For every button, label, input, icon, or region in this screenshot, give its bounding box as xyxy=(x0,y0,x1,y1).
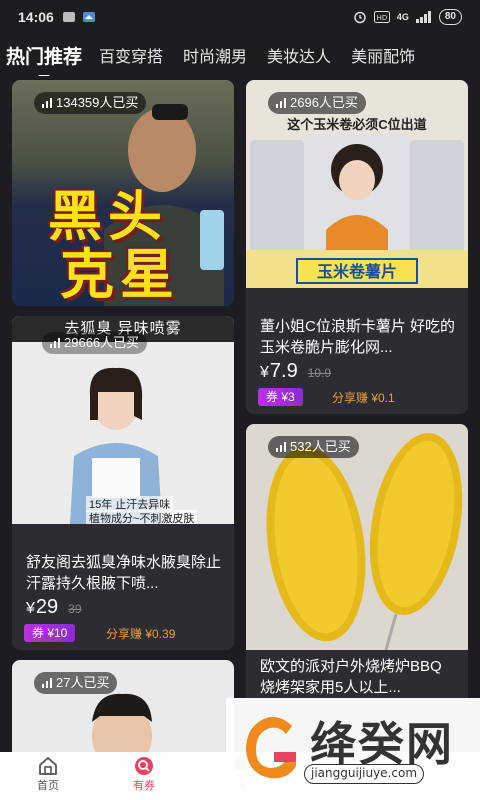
price-value: 7.9 xyxy=(269,360,298,382)
product-title: 董小姐C位浪斯卡薯片 好吃的玉米卷脆片膨化网... xyxy=(260,318,456,356)
hd-icon: HD xyxy=(373,11,390,23)
coupon-badge[interactable]: 券 ¥3 xyxy=(258,388,303,406)
currency-symbol: ¥ xyxy=(260,364,269,381)
buyers-badge: 134359人已买 xyxy=(34,92,147,114)
alarm-icon xyxy=(354,11,366,24)
nav-home[interactable]: 首页 xyxy=(0,752,96,800)
clock: 14:06 xyxy=(18,9,54,25)
watermark: 绛癸网 jiangguijiuye.com xyxy=(226,698,480,800)
battery-icon: 80 xyxy=(438,9,462,25)
network-type: 4G xyxy=(396,12,409,22)
tab-hot[interactable]: 热门推荐 xyxy=(6,42,82,76)
share-earn[interactable]: 分享赚 ¥0.39 xyxy=(106,625,175,642)
buyers-badge: 29666人已买 xyxy=(42,332,148,354)
category-tabs: 热门推荐 百变穿搭 时尚潮男 美妆达人 美丽配饰 xyxy=(0,34,480,76)
bar-chart-icon xyxy=(276,98,286,108)
product-card[interactable]: 去狐臭 异味喷雾 15年 止汗去异味 植物成分~不刺激皮肤 29666人已买 舒… xyxy=(12,316,234,650)
cloud-icon xyxy=(82,12,95,22)
coupon-badge[interactable]: 券 ¥10 xyxy=(24,624,76,642)
price-value: 29 xyxy=(35,596,59,618)
bar-chart-icon xyxy=(42,678,52,688)
home-icon xyxy=(39,756,57,775)
product-price: ¥29 39 xyxy=(26,596,82,619)
notification-icon xyxy=(62,12,75,22)
buyers-count: 2696人已买 xyxy=(290,95,358,110)
image-text-2: 克星 xyxy=(60,243,180,306)
image-caption-2: 植物成分~不刺激皮肤 xyxy=(86,510,198,524)
watermark-logo-icon xyxy=(246,717,296,779)
currency-symbol: ¥ xyxy=(26,600,35,617)
product-card[interactable]: 这个玉米卷必须C位出道 玉米卷薯片 2696人已买 董小姐C位浪斯卡薯片 好吃的… xyxy=(246,80,468,414)
svg-text:HD: HD xyxy=(377,14,388,22)
product-price: ¥7.9 10.9 xyxy=(260,360,331,383)
share-earn[interactable]: 分享赚 ¥0.1 xyxy=(332,389,395,406)
buyers-count: 27人已买 xyxy=(56,675,110,690)
product-card[interactable]: 27人已买 xyxy=(12,660,234,760)
product-title: 欧文的派对户外烧烤炉BBQ烧烤架家用5人以上... xyxy=(260,658,442,696)
status-bar: 14:06 HD 4G 80 xyxy=(0,0,480,34)
bar-chart-icon xyxy=(42,98,52,108)
original-price: 39 xyxy=(68,602,82,616)
original-price: 10.9 xyxy=(307,366,332,380)
buyers-count: 532人已买 xyxy=(290,439,351,454)
nav-home-label: 首页 xyxy=(37,780,59,792)
buyers-badge: 2696人已买 xyxy=(268,92,366,114)
tab-outfits[interactable]: 百变穿搭 xyxy=(99,43,163,67)
signal-icon xyxy=(415,11,431,23)
image-tag: 玉米卷薯片 xyxy=(296,258,418,284)
bar-chart-icon xyxy=(276,442,286,452)
watermark-url: jiangguijiuye.com xyxy=(304,764,425,784)
buyers-count: 134359人已买 xyxy=(56,95,139,110)
product-title: 舒友阁去狐臭净味水腋臭除止汗露持久根腋下喷... xyxy=(26,554,222,592)
nav-coupons-label: 有券 xyxy=(133,780,155,792)
buyers-badge: 27人已买 xyxy=(34,672,118,694)
tab-accessories[interactable]: 美丽配饰 xyxy=(351,43,415,67)
buyers-count: 29666人已买 xyxy=(64,335,140,350)
product-card[interactable]: 532人已买 欧文的派对户外烧烤炉BBQ烧烤架家用5人以上... xyxy=(246,424,468,728)
tab-men-fashion[interactable]: 时尚潮男 xyxy=(183,43,247,67)
nav-coupons[interactable]: 有券 xyxy=(96,752,192,800)
product-card[interactable]: 黑头 克星 134359人已买 xyxy=(12,80,234,306)
tab-makeup[interactable]: 美妆达人 xyxy=(267,43,331,67)
bar-chart-icon xyxy=(50,338,60,348)
search-coupon-icon xyxy=(135,757,153,775)
buyers-badge: 532人已买 xyxy=(268,436,359,458)
